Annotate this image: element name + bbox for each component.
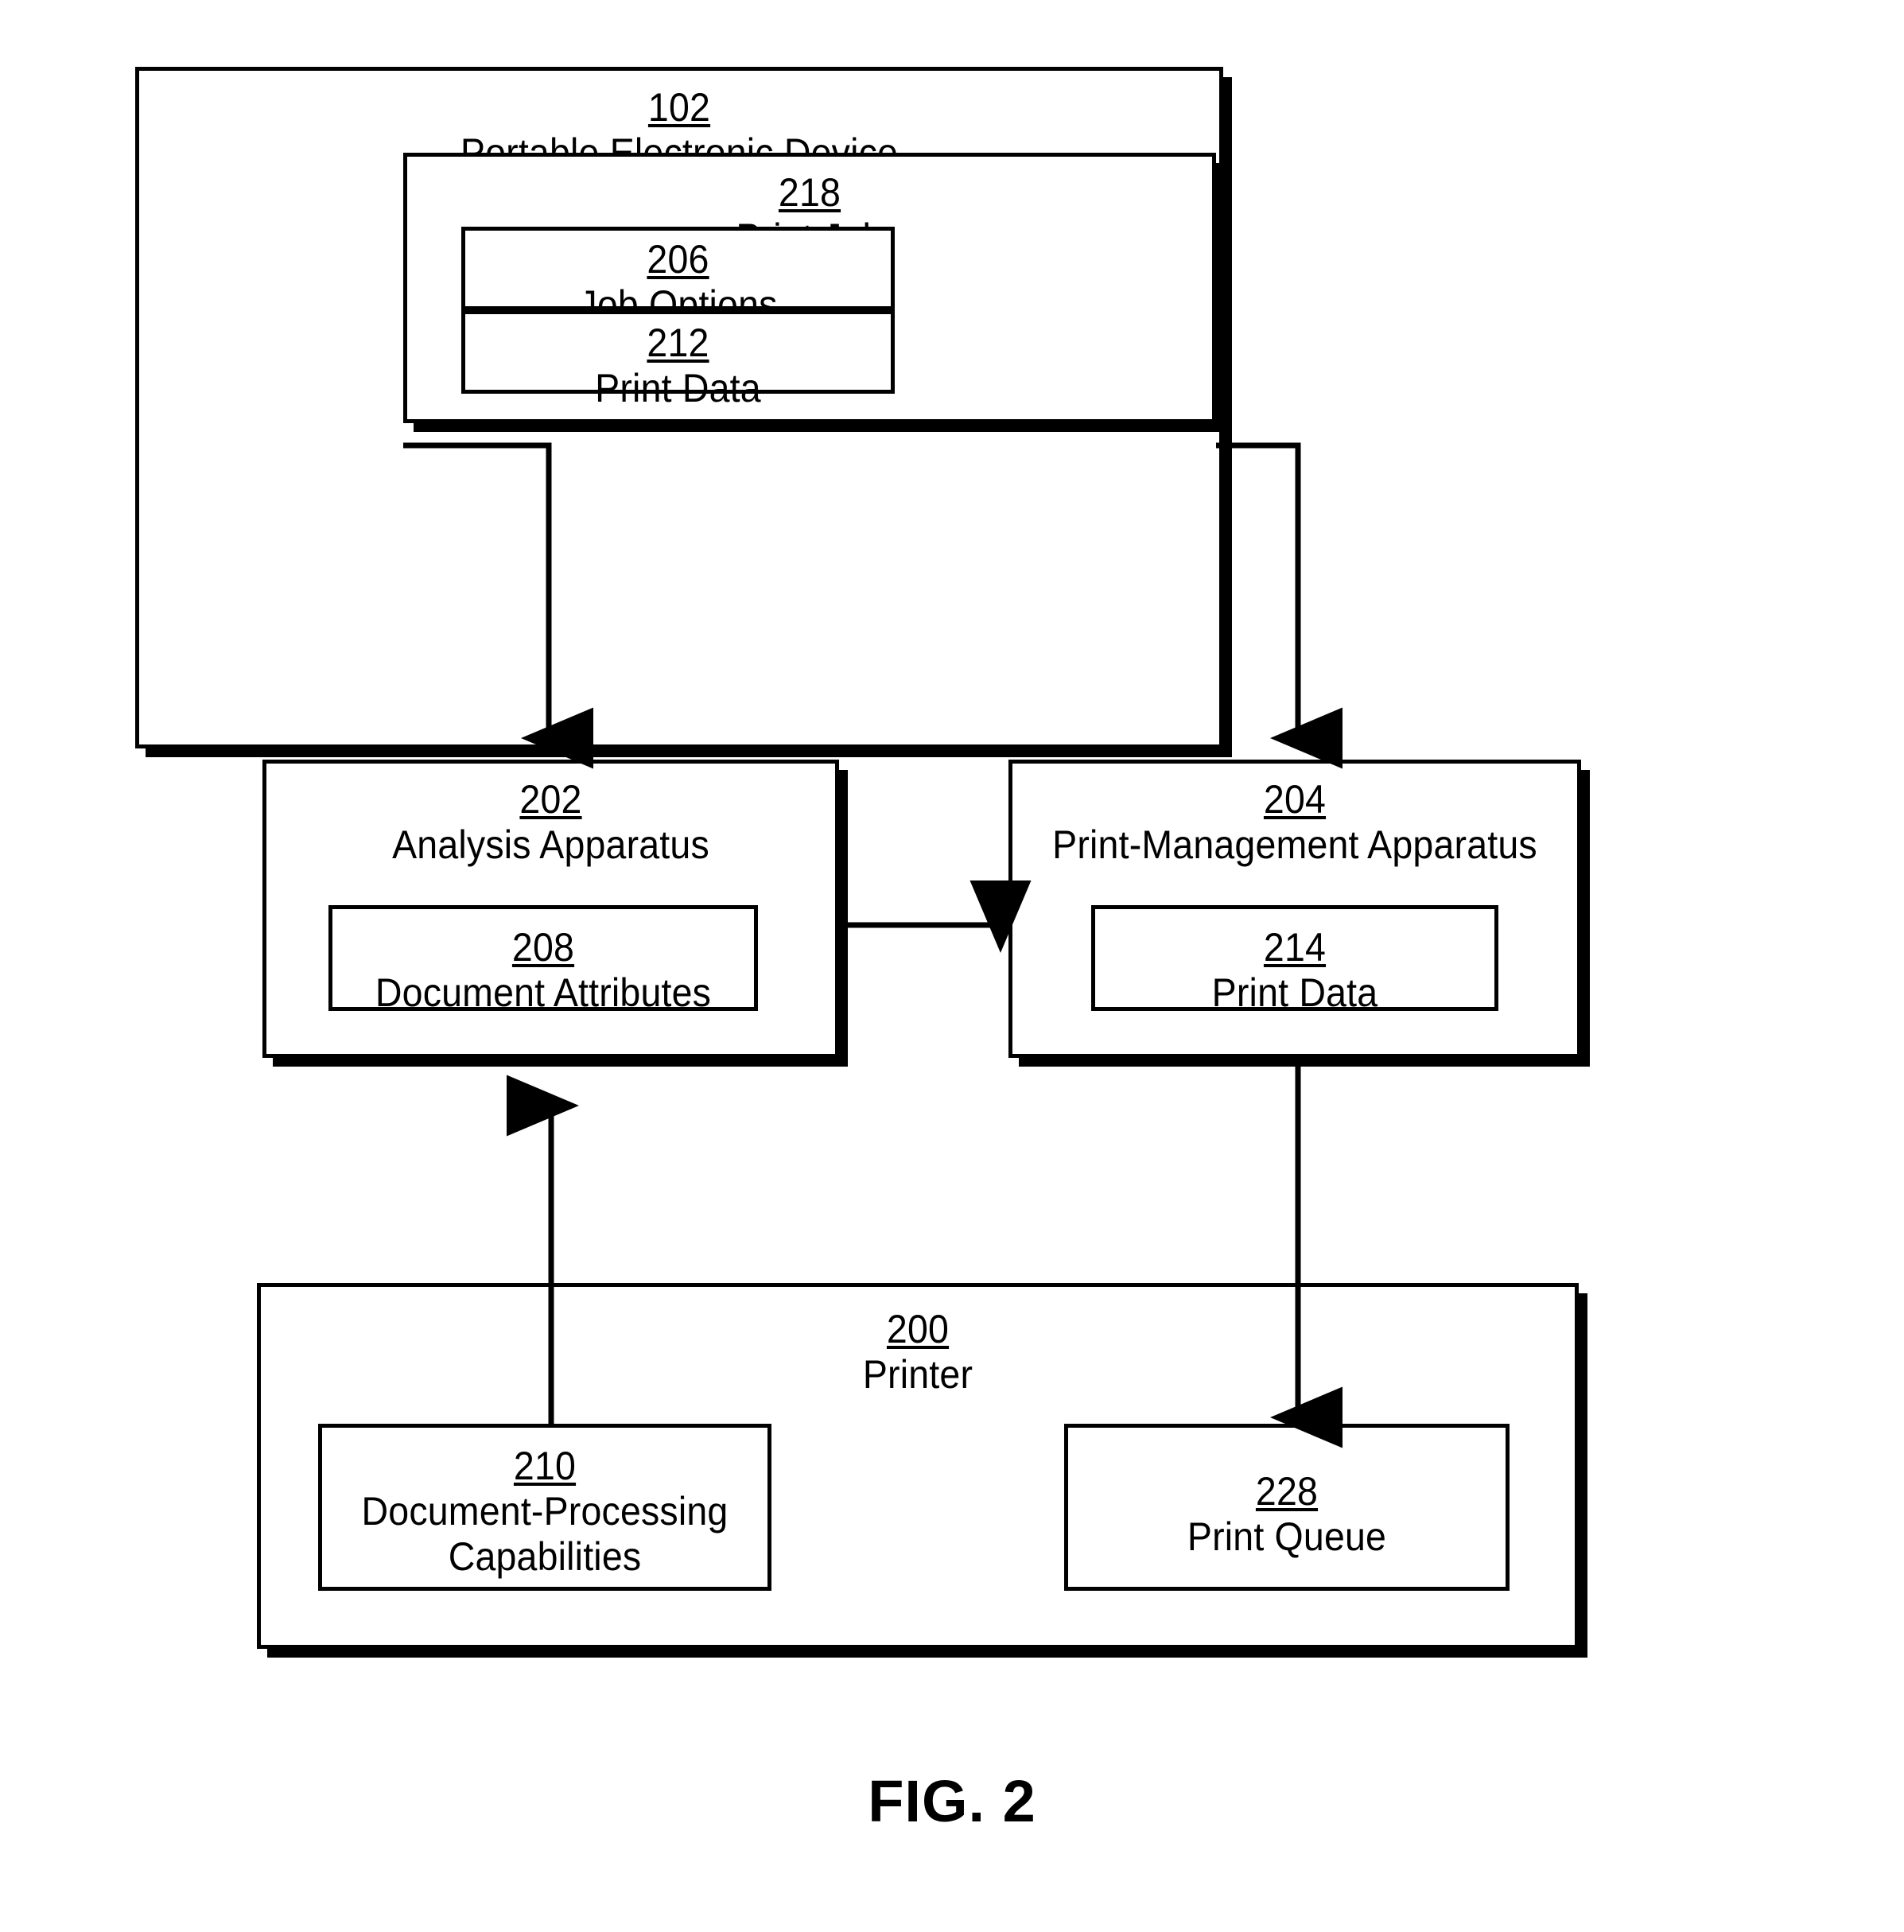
document-processing-capabilities-box: 210 Document-Processing Capabilities: [318, 1424, 771, 1591]
print-queue-ref: 228: [1255, 1469, 1319, 1514]
printer-label: 200 Printer: [307, 1307, 1529, 1397]
print-data-mgmt-name: Print Data: [1211, 970, 1378, 1015]
printer-ref: 200: [886, 1307, 950, 1351]
job-options-box: 206 Job Options: [461, 227, 895, 327]
print-queue-label: 228 Print Queue: [1083, 1469, 1490, 1560]
print-data-job-label: 212 Print Data: [480, 321, 876, 411]
print-management-apparatus-ref: 204: [1263, 777, 1327, 822]
analysis-apparatus-label: 202 Analysis Apparatus: [286, 777, 815, 868]
connector-print-data-to-management: [1216, 442, 1343, 769]
document-attributes-box: 208 Document Attributes: [328, 905, 758, 1015]
document-processing-capabilities-label: 210 Document-Processing Capabilities: [338, 1444, 752, 1580]
job-options-ref: 206: [647, 237, 709, 282]
document-attributes-label: 208 Document Attributes: [348, 925, 740, 1016]
print-data-job-ref: 212: [647, 321, 709, 365]
figure-canvas: 102 Portable Electronic Device 218 Print…: [0, 0, 1904, 1932]
print-queue-name: Print Queue: [1187, 1514, 1387, 1559]
print-management-apparatus-name: Print-Management Apparatus: [1052, 822, 1537, 867]
analysis-apparatus-name: Analysis Apparatus: [392, 822, 709, 867]
print-data-mgmt-ref: 214: [1263, 925, 1327, 970]
print-data-job-box: 212 Print Data: [461, 310, 895, 410]
printer-name: Printer: [862, 1352, 973, 1397]
analysis-apparatus-ref: 202: [519, 777, 582, 822]
document-processing-capabilities-ref: 210: [513, 1444, 577, 1488]
print-job-ref: 218: [778, 170, 841, 215]
device-ref: 102: [647, 85, 711, 130]
print-data-mgmt-box: 214 Print Data: [1091, 905, 1498, 1015]
print-management-apparatus-label: 204 Print-Management Apparatus: [1032, 777, 1557, 868]
document-attributes-name: Document Attributes: [375, 970, 712, 1015]
print-queue-box: 228 Print Queue: [1064, 1424, 1510, 1591]
document-attributes-ref: 208: [511, 925, 575, 970]
print-data-job-name: Print Data: [595, 366, 761, 410]
document-processing-capabilities-name: Document-Processing Capabilities: [361, 1489, 729, 1579]
figure-caption: FIG. 2: [868, 1768, 1036, 1834]
print-data-mgmt-label: 214 Print Data: [1109, 925, 1481, 1016]
